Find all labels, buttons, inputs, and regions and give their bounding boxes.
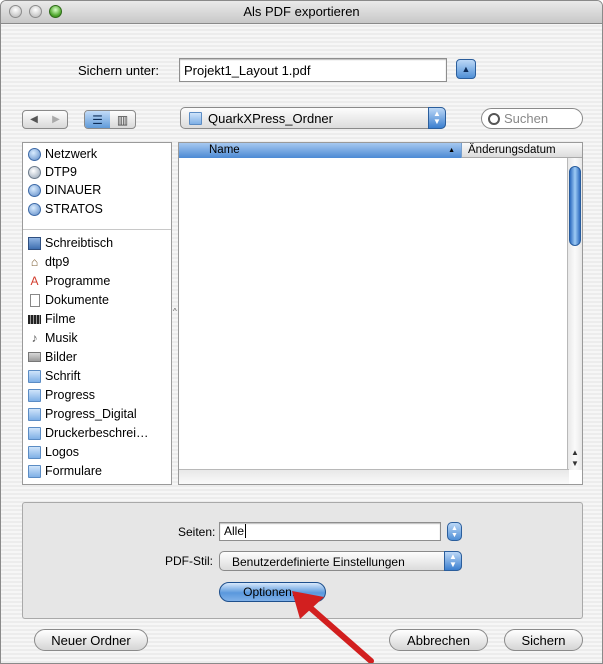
cancel-button[interactable]: Abbrechen [389,629,488,651]
desktop-icon [28,236,41,250]
column-header-date[interactable]: Änderungsdatum [462,143,582,158]
home-icon: ⌂ [30,254,39,269]
pdf-style-popup[interactable]: Benutzerdefinierte Einstellungen ▲ ▼ [219,551,462,571]
annotation-arrow-icon [292,591,374,663]
sidebar-item-netzwerk[interactable]: Netzwerk [28,145,97,163]
sidebar-item-stratos[interactable]: STRATOS [28,200,103,218]
magnifier-icon [488,112,500,125]
list-view-icon[interactable]: ☰ [85,111,110,128]
folder-icon [28,426,41,440]
vertical-scrollbar[interactable]: ▲ ▼ [567,158,582,470]
sidebar-item-bilder[interactable]: Bilder [28,348,77,366]
folder-icon [28,445,41,459]
folder-icon [28,464,41,478]
location-popup[interactable]: QuarkXPress_Ordner ▲ ▼ [180,107,446,129]
disk-icon [28,165,41,179]
stepper-down-icon: ▼ [451,531,458,539]
sidebar-item-dokumente[interactable]: Dokumente [28,291,109,309]
sidebar-item-schrift[interactable]: Schrift [28,367,80,385]
splitter-handle[interactable]: ^ [173,307,177,316]
pages-label: Seiten: [178,525,216,539]
popup-arrows-icon: ▲ ▼ [428,107,446,129]
folder-icon [28,407,41,421]
sidebar-item-formulare[interactable]: Formulare [28,462,102,480]
triangle-up-icon: ▲ [461,64,471,74]
scroll-down-icon[interactable]: ▼ [571,459,579,468]
sidebar-item-musik[interactable]: ♪ Musik [28,329,78,347]
music-icon: ♪ [31,330,38,345]
pages-stepper[interactable]: ▲ ▼ [447,522,462,541]
sort-ascending-icon: ▲ [448,147,455,154]
folder-icon [189,112,202,125]
pdf-style-value: Benutzerdefinierte Einstellungen [232,555,405,569]
file-list[interactable]: Name ▲ Änderungsdatum ▲ ▼ [178,142,583,485]
horizontal-scrollbar[interactable] [179,469,569,484]
sidebar-item-progress-digital[interactable]: Progress_Digital [28,405,137,423]
save-dialog-window: Als PDF exportieren Sichern unter: Proje… [0,0,603,664]
stepper-up-icon: ▲ [451,524,458,532]
column-view-icon[interactable]: ▥ [110,111,135,128]
window-title: Als PDF exportieren [243,4,360,19]
save-as-field[interactable]: Projekt1_Layout 1.pdf [179,58,447,82]
search-field[interactable]: Suchen [481,108,583,129]
sidebar[interactable]: Netzwerk DTP9 DINAUER STRATOS Schreibtis… [22,142,172,485]
scroll-thumb[interactable] [569,166,581,246]
sidebar-item-logos[interactable]: Logos [28,443,79,461]
sidebar-divider [23,229,171,230]
sidebar-item-dtp9-disk[interactable]: DTP9 [28,163,77,181]
new-folder-button[interactable]: Neuer Ordner [34,629,148,651]
save-as-label: Sichern unter: [78,63,159,78]
folder-icon [28,369,41,383]
sidebar-item-dtp9-home[interactable]: ⌂ dtp9 [28,253,69,271]
view-mode-control: ☰ ▥ [84,110,136,129]
sidebar-item-schreibtisch[interactable]: Schreibtisch [28,234,113,252]
column-header-name[interactable]: Name ▲ [179,143,462,158]
sidebar-item-druckerbeschreibungen[interactable]: Druckerbeschrei… [28,424,149,442]
sidebar-item-progress[interactable]: Progress [28,386,95,404]
forward-arrow-icon[interactable]: ▶ [52,114,60,125]
back-forward-control: ◀ ▶ [22,110,68,129]
title-bar[interactable]: Als PDF exportieren [1,1,602,24]
sidebar-item-programme[interactable]: A Programme [28,272,110,290]
popup-arrows-icon: ▲ ▼ [444,551,462,571]
save-button[interactable]: Sichern [504,629,583,651]
network-icon [28,147,41,161]
collapse-dialog-button[interactable]: ▲ [456,59,476,79]
search-placeholder: Suchen [504,111,549,126]
pages-field[interactable]: Alle [219,522,441,541]
sidebar-item-filme[interactable]: Filme [28,310,76,328]
text-cursor [245,524,247,538]
sidebar-item-dinauer[interactable]: DINAUER [28,181,101,199]
server-icon [28,202,41,216]
pdf-style-label: PDF-Stil: [165,554,213,568]
applications-icon: A [30,273,39,288]
back-arrow-icon[interactable]: ◀ [30,114,38,125]
document-icon [30,293,40,307]
server-icon [28,183,41,197]
scroll-up-icon[interactable]: ▲ [571,448,579,457]
pictures-icon [28,352,41,362]
movie-icon [28,314,41,324]
location-label: QuarkXPress_Ordner [208,111,333,126]
folder-icon [28,388,41,402]
